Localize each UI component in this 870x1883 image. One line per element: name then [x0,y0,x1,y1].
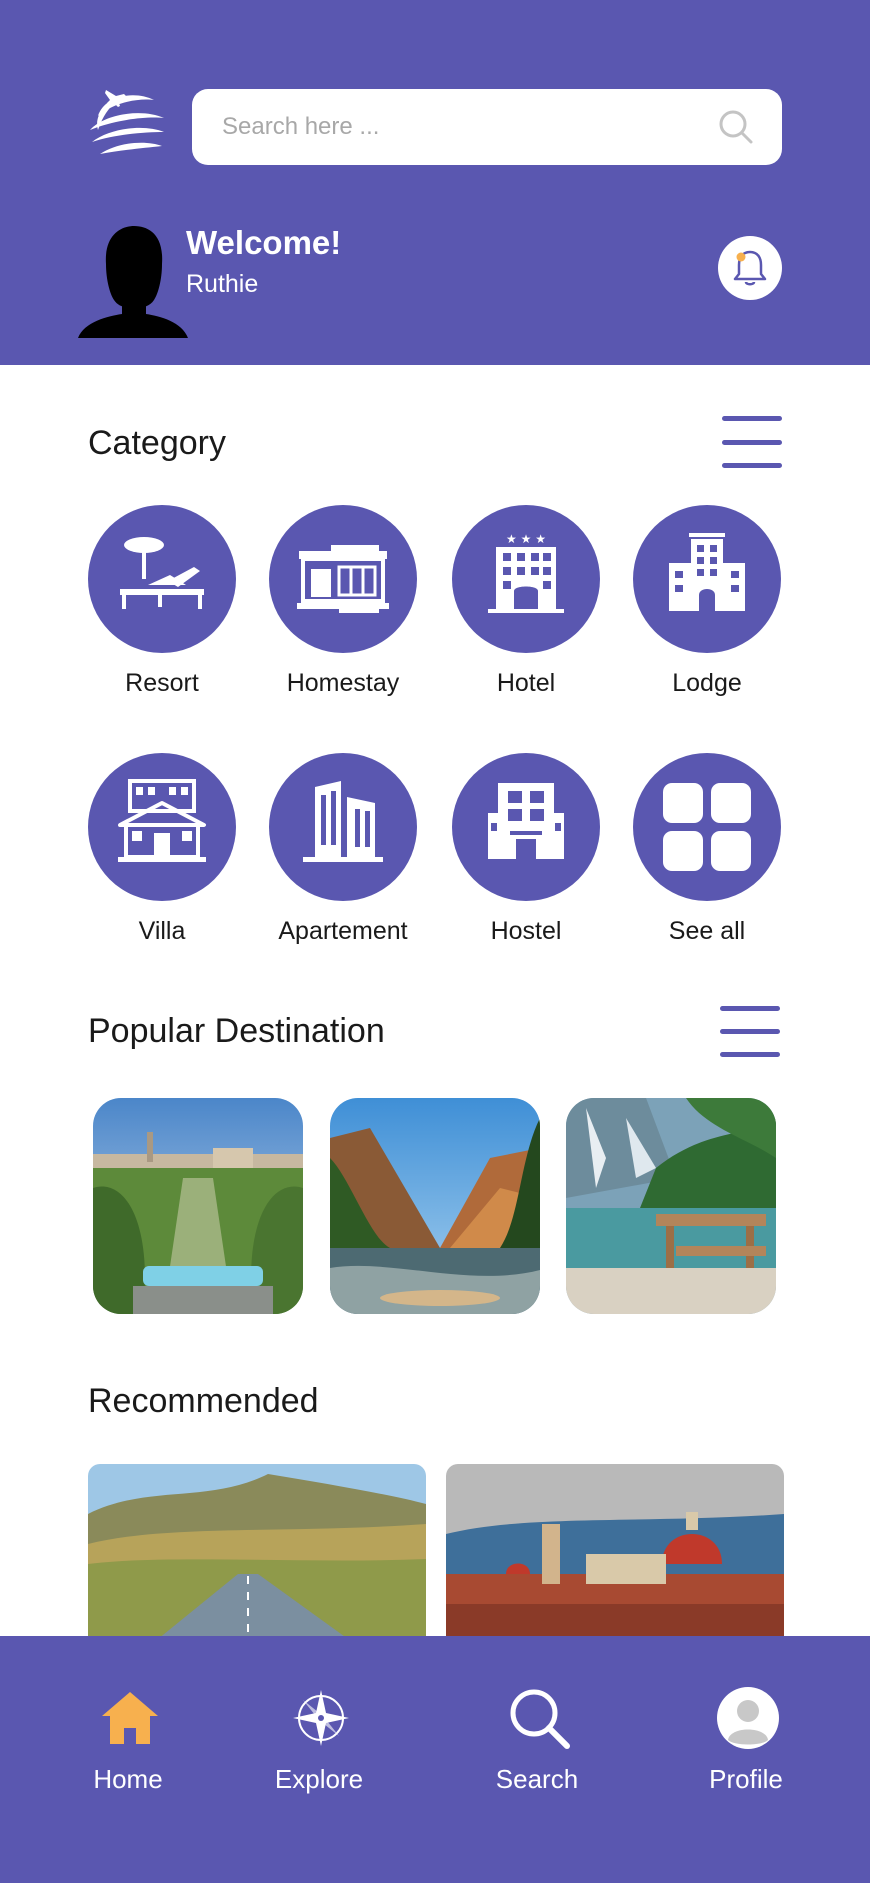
compass-icon [293,1690,349,1746]
nav-item-home[interactable]: Home [43,1636,213,1794]
category-item-lodge[interactable]: Lodge [622,505,792,705]
nav-label: Explore [274,1764,364,1794]
destination-card[interactable] [330,1098,540,1314]
popular-destination-title: Popular Destination [88,1012,385,1050]
nav-item-explore[interactable]: Explore [234,1636,404,1794]
svg-text:★ ★ ★: ★ ★ ★ [506,532,546,546]
homestay-icon [297,545,389,613]
profile-icon [717,1687,779,1749]
welcome-title: Welcome! [186,224,342,261]
search-input[interactable] [222,89,702,165]
notification-button[interactable] [718,236,782,300]
recommended-card[interactable] [446,1464,784,1639]
nav-label: Home [93,1764,163,1794]
app-logo [90,90,164,154]
destination-card[interactable] [566,1098,776,1314]
search-bar[interactable] [192,89,782,165]
category-label: Homestay [286,669,400,697]
nav-label: Profile [709,1764,783,1794]
category-item-hotel[interactable]: ★ ★ ★ Hotel [441,505,611,705]
category-label: Resort [125,669,199,697]
grid-icon [663,783,751,871]
category-item-villa[interactable]: Villa [77,753,247,953]
resort-icon [120,537,204,609]
hostel-icon [488,783,564,859]
nav-item-search[interactable]: Search [452,1636,622,1794]
category-item-hostel[interactable]: Hostel [441,753,611,953]
destination-image [330,1098,540,1314]
destination-card[interactable] [93,1098,303,1314]
category-label: Hostel [490,917,562,945]
search-icon [510,1689,570,1749]
destination-image [93,1098,303,1314]
nav-item-profile[interactable]: Profile [661,1636,831,1794]
user-avatar[interactable] [78,224,188,338]
destination-image [566,1098,776,1314]
category-label: Apartement [278,917,408,945]
recommended-image [88,1464,426,1639]
category-label: Lodge [672,669,742,697]
header: Welcome! Ruthie [0,0,870,365]
apartment-icon [303,781,383,862]
category-menu-icon[interactable] [722,416,782,468]
category-title: Category [88,424,226,462]
category-item-see-all[interactable]: See all [622,753,792,953]
category-label: See all [668,917,746,945]
category-item-resort[interactable]: Resort [77,505,247,705]
category-label: Hotel [496,669,556,697]
villa-icon [118,779,206,862]
category-item-homestay[interactable]: Homestay [258,505,428,705]
home-icon [102,1692,158,1744]
search-icon[interactable] [718,109,754,145]
hotel-icon: ★ ★ ★ [488,532,564,613]
nav-label: Search [495,1764,579,1794]
bell-icon [733,250,767,286]
recommended-card[interactable] [88,1464,426,1639]
bottom-navigation: Home Explore Search Profile [0,1636,870,1883]
category-label: Villa [138,917,186,945]
category-item-apartment[interactable]: Apartement [258,753,428,953]
recommended-title: Recommended [88,1382,319,1420]
popular-menu-icon[interactable] [720,1006,780,1058]
user-name: Ruthie [186,270,259,298]
recommended-image [446,1464,784,1639]
lodge-icon [669,533,745,611]
